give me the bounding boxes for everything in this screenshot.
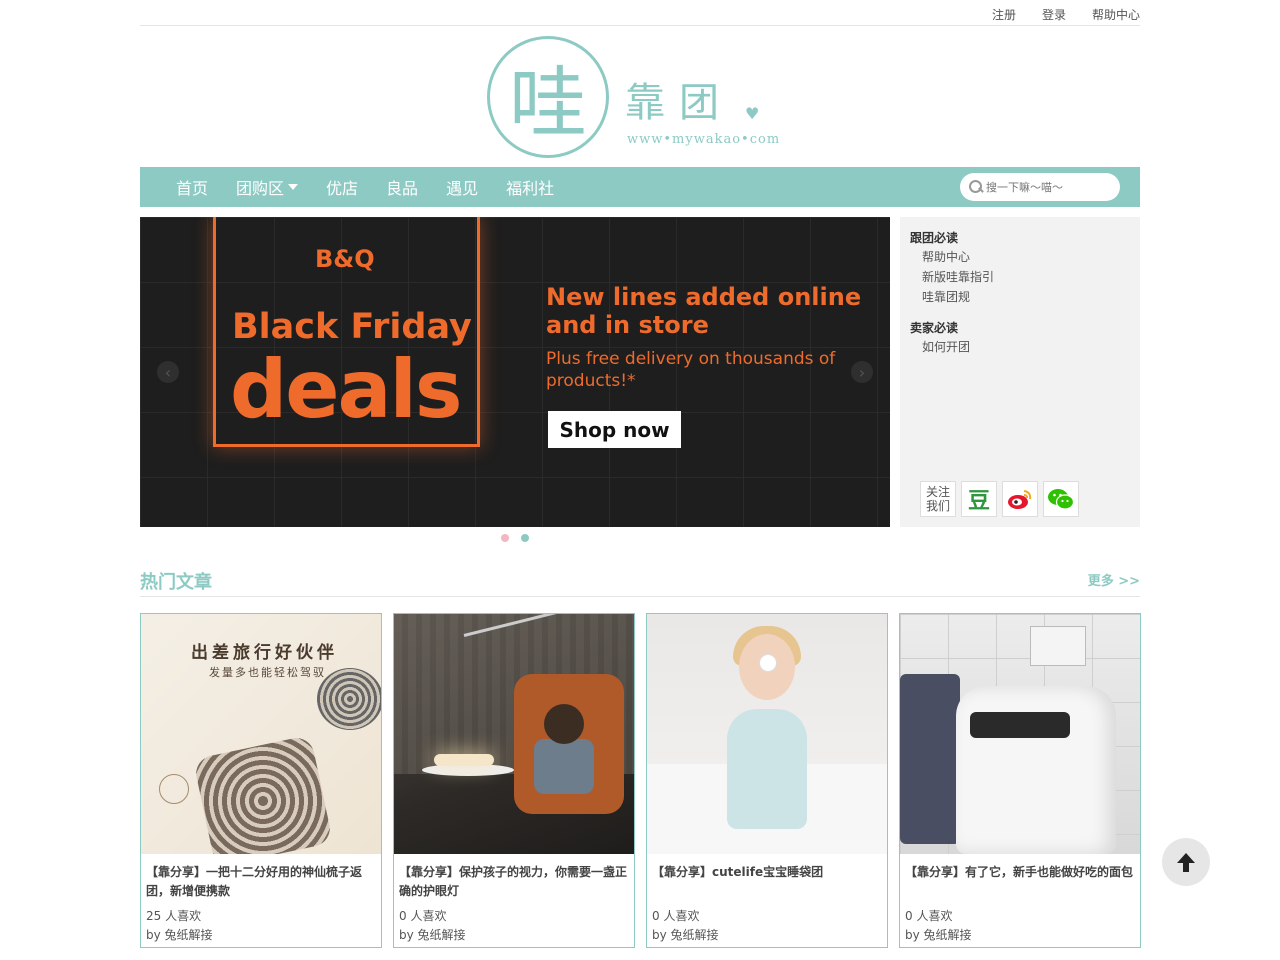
nav-item-home[interactable]: 首页 — [176, 175, 208, 199]
hot-articles-title: 热门文章 — [140, 572, 212, 593]
hot-articles-header: 热门文章 更多 >> — [140, 568, 1140, 597]
image-toaster — [900, 674, 960, 844]
sidebar-link-guide[interactable]: 新版哇靠指引 — [910, 267, 1130, 287]
article-likes: 25 人喜欢 — [146, 909, 202, 923]
article-likes: 0 人喜欢 — [652, 909, 700, 923]
comb-large — [192, 734, 334, 854]
article-image-comb[interactable]: 出差旅行好伙伴 发量多也能轻松驾驭 — [141, 614, 381, 854]
sidebar-title-buyers: 跟团必读 — [910, 231, 959, 245]
nav-item-group-buy[interactable]: 团购区 — [236, 175, 299, 199]
nav-item-group-buy-label: 团购区 — [236, 179, 285, 198]
more-link[interactable]: 更多 >> — [1088, 570, 1140, 589]
article-card[interactable]: 出差旅行好伙伴 发量多也能轻松驾驭 【靠分享】一把十二分好用的神仙梳子返团，新增… — [140, 613, 382, 948]
article-title[interactable]: 【靠分享】一把十二分好用的神仙梳子返团，新增便携款 — [146, 863, 376, 901]
banner-brand: B&Q — [315, 245, 375, 273]
follow-us: 关注我们 豆 — [920, 481, 1079, 517]
sidebar-title-sellers: 卖家必读 — [910, 321, 959, 335]
image-caption: 出差旅行好伙伴 — [191, 643, 338, 663]
brand-stamp — [159, 774, 189, 804]
article-list: 出差旅行好伙伴 发量多也能轻松驾驭 【靠分享】一把十二分好用的神仙梳子返团，新增… — [140, 613, 1141, 948]
register-link[interactable]: 注册 — [992, 6, 1016, 23]
article-card[interactable]: 【靠分享】有了它，新手也能做好吃的面包 0 人喜欢 by 兔纸解接 — [899, 613, 1141, 948]
logo-url: www•mywakao•com — [627, 132, 781, 147]
douban-icon: 豆 — [967, 489, 990, 514]
image-control-panel — [970, 712, 1070, 738]
article-likes: 0 人喜欢 — [905, 909, 953, 923]
follow-label: 关注我们 — [920, 481, 956, 517]
arrow-up-stem — [1183, 862, 1189, 872]
article-author: by 兔纸解接 — [652, 928, 719, 942]
douban-button[interactable]: 豆 — [961, 481, 997, 517]
article-title[interactable]: 【靠分享】cutelife宝宝睡袋团 — [652, 863, 882, 882]
back-to-top-button[interactable] — [1162, 838, 1210, 886]
sidebar-link-rules[interactable]: 哇靠团规 — [910, 287, 1130, 307]
sidebar-link-open-group[interactable]: 如何开团 — [910, 337, 1130, 357]
banner-deals: deals — [230, 343, 463, 436]
comb-small — [317, 668, 381, 730]
image-socket — [1030, 626, 1086, 666]
image-dandelion — [759, 654, 777, 672]
search-box[interactable] — [960, 173, 1120, 201]
image-lamp — [434, 754, 494, 766]
search-icon[interactable] — [968, 179, 984, 195]
carousel-dots — [501, 534, 529, 542]
top-links: 注册 登录 帮助中心 — [966, 6, 1140, 23]
wechat-button[interactable] — [1043, 481, 1079, 517]
image-child-head — [544, 704, 584, 744]
article-image-breadmaker[interactable] — [900, 614, 1140, 854]
logo-text: 靠团 — [625, 80, 733, 126]
image-girl-body — [727, 709, 807, 829]
help-center-link[interactable]: 帮助中心 — [1092, 6, 1140, 23]
nav-item-meet[interactable]: 遇见 — [446, 175, 478, 199]
nav-item-shops[interactable]: 优店 — [326, 175, 358, 199]
article-image-sleepbag[interactable] — [647, 614, 887, 854]
follow-text: 关注我们 — [925, 485, 950, 513]
nav-item-goods[interactable]: 良品 — [386, 175, 418, 199]
banner-subheadline: New lines added online and in store — [546, 283, 862, 339]
article-title[interactable]: 【靠分享】保护孩子的视力，你需要一盏正确的护眼灯 — [399, 863, 629, 901]
carousel-dot-1[interactable] — [501, 534, 509, 542]
article-title[interactable]: 【靠分享】有了它，新手也能做好吃的面包 — [905, 863, 1135, 882]
article-author: by 兔纸解接 — [146, 928, 213, 942]
banner-carousel[interactable]: B&Q Black Friday deals New lines added o… — [140, 217, 890, 527]
banner-subtext: Plus free delivery on thousands of produ… — [546, 349, 836, 391]
top-bar: 注册 登录 帮助中心 — [140, 0, 1140, 26]
main-nav: 首页 团购区 优店 良品 遇见 福利社 — [140, 167, 1140, 207]
search-input[interactable] — [986, 180, 1116, 194]
image-subcaption: 发量多也能轻松驾驭 — [209, 666, 326, 679]
nav-item-welfare[interactable]: 福利社 — [506, 175, 554, 199]
login-link[interactable]: 登录 — [1042, 6, 1066, 23]
carousel-next-icon[interactable]: › — [851, 361, 873, 383]
article-likes: 0 人喜欢 — [399, 909, 447, 923]
article-author: by 兔纸解接 — [399, 928, 466, 942]
wechat-icon — [1048, 489, 1075, 510]
carousel-dot-2[interactable] — [521, 534, 529, 542]
weibo-icon — [1008, 490, 1032, 509]
site-logo[interactable]: 哇 靠团 ♥ www•mywakao•com — [487, 36, 797, 158]
sidebar: 跟团必读 帮助中心 新版哇靠指引 哇靠团规 卖家必读 如何开团 关注我们 豆 — [900, 217, 1140, 527]
shop-now-button[interactable]: Shop now — [548, 411, 681, 448]
logo-circle: 哇 — [487, 36, 609, 158]
banner-headline: Black Friday — [232, 307, 472, 347]
article-author: by 兔纸解接 — [905, 928, 972, 942]
caret-down-icon — [288, 184, 299, 190]
carousel-prev-icon[interactable]: ‹ — [157, 361, 179, 383]
image-child-body — [534, 739, 594, 794]
article-card[interactable]: 【靠分享】保护孩子的视力，你需要一盏正确的护眼灯 0 人喜欢 by 兔纸解接 — [393, 613, 635, 948]
sidebar-link-help[interactable]: 帮助中心 — [910, 247, 1130, 267]
article-card[interactable]: 【靠分享】cutelife宝宝睡袋团 0 人喜欢 by 兔纸解接 — [646, 613, 888, 948]
weibo-button[interactable] — [1002, 481, 1038, 517]
heart-icon: ♥ — [745, 104, 760, 123]
article-image-lamp[interactable] — [394, 614, 634, 854]
